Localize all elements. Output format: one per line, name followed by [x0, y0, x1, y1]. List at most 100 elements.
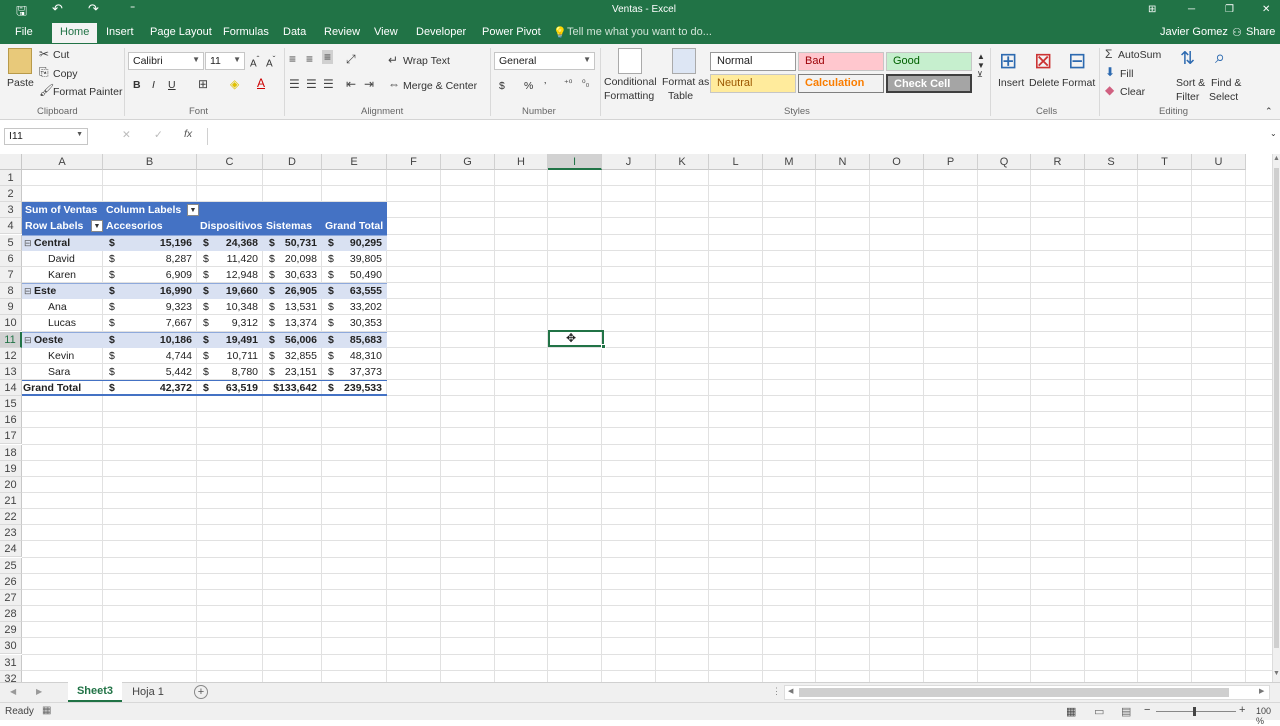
increase-font-icon[interactable]: Aˆ — [250, 54, 259, 69]
column-header-Q[interactable]: Q — [978, 154, 1031, 170]
value-cell[interactable]: 9,312 — [197, 315, 263, 331]
orientation-icon[interactable]: ⤢ — [346, 52, 356, 67]
row-header-5[interactable]: 5 — [0, 234, 22, 251]
value-cell[interactable]: 50,731 — [263, 235, 322, 251]
value-cell[interactable]: 33,202 — [322, 299, 387, 315]
row-header-3[interactable]: 3 — [0, 202, 22, 219]
merge-center-button[interactable]: Merge & Center — [403, 80, 477, 92]
value-cell[interactable]: 26,905 — [263, 283, 322, 299]
value-cell[interactable]: 30,353 — [322, 315, 387, 331]
value-cell[interactable]: 42,372 — [103, 380, 197, 396]
group-label-central[interactable]: Central — [34, 235, 103, 251]
column-header-E[interactable]: E — [322, 154, 387, 170]
restore-icon[interactable]: ❐ — [1225, 4, 1234, 15]
value-cell[interactable]: 13,374 — [263, 315, 322, 331]
row-header-9[interactable]: 9 — [0, 299, 22, 316]
tab-review[interactable]: Review — [324, 26, 360, 38]
find-select-label2[interactable]: Select — [1209, 91, 1238, 103]
value-cell[interactable]: 30,633 — [263, 267, 322, 283]
item-label-david[interactable]: David — [48, 251, 103, 267]
delete-cells-button[interactable]: Delete — [1029, 77, 1059, 89]
sort-filter-button[interactable]: Sort & — [1176, 77, 1205, 89]
column-header-U[interactable]: U — [1192, 154, 1246, 170]
expand-formula-bar-icon[interactable]: ⌄ — [1270, 129, 1277, 138]
row-header-12[interactable]: 12 — [0, 347, 22, 364]
find-select-icon[interactable]: ⌕ — [1215, 47, 1225, 68]
value-cell[interactable]: 37,373 — [322, 364, 387, 380]
currency-button[interactable]: $ — [499, 80, 505, 92]
value-cell[interactable]: 5,442 — [103, 364, 197, 380]
value-cell[interactable]: 10,711 — [197, 348, 263, 364]
page-layout-view-icon[interactable]: ▭ — [1094, 705, 1104, 718]
scroll-right-icon[interactable]: ▶ — [1259, 687, 1264, 695]
row-filter-dropdown[interactable]: ▼ — [91, 220, 103, 233]
tell-me-box[interactable]: Tell me what you want to do... — [567, 26, 712, 38]
macro-record-icon[interactable]: ▦ — [42, 705, 51, 716]
format-as-table-label2[interactable]: Table — [668, 90, 693, 102]
item-label-sara[interactable]: Sara — [48, 364, 103, 380]
normal-view-icon[interactable]: ▦ — [1066, 705, 1076, 718]
align-right-icon[interactable]: ☰ — [323, 77, 334, 91]
tab-insert[interactable]: Insert — [106, 26, 134, 38]
row-header-8[interactable]: 8 — [0, 283, 22, 300]
value-cell[interactable]: 50,490 — [322, 267, 387, 283]
row-header-28[interactable]: 28 — [0, 606, 22, 623]
wrap-text-button[interactable]: Wrap Text — [403, 55, 450, 67]
share-icon[interactable]: ⚇ — [1232, 26, 1242, 39]
zoom-slider-thumb[interactable] — [1193, 707, 1196, 716]
row-header-14[interactable]: 14 — [0, 379, 22, 396]
align-bottom-icon[interactable]: ≡ — [322, 50, 334, 64]
cut-button[interactable]: Cut — [53, 49, 69, 61]
font-size-combo[interactable]: 11 ▼ — [205, 52, 245, 70]
align-middle-icon[interactable]: ≡ — [306, 52, 313, 66]
undo-icon[interactable]: ↶ — [52, 1, 63, 17]
column-header-H[interactable]: H — [495, 154, 548, 170]
row-header-2[interactable]: 2 — [0, 186, 22, 203]
row-header-19[interactable]: 19 — [0, 460, 22, 477]
value-cell[interactable]: $133,642 — [263, 380, 322, 396]
value-cell[interactable]: 7,667 — [103, 315, 197, 331]
row-header-29[interactable]: 29 — [0, 622, 22, 639]
column-header-R[interactable]: R — [1031, 154, 1085, 170]
minimize-icon[interactable]: ─ — [1188, 4, 1195, 15]
row-header-24[interactable]: 24 — [0, 541, 22, 558]
page-break-view-icon[interactable]: ▤ — [1121, 705, 1131, 718]
row-header-4[interactable]: 4 — [0, 218, 22, 235]
add-sheet-button[interactable]: + — [194, 685, 208, 699]
increase-indent-icon[interactable]: ⇥ — [364, 77, 374, 91]
row-header-25[interactable]: 25 — [0, 557, 22, 574]
row-header-6[interactable]: 6 — [0, 250, 22, 267]
column-header-P[interactable]: P — [924, 154, 978, 170]
value-cell[interactable]: 39,805 — [322, 251, 387, 267]
row-header-15[interactable]: 15 — [0, 396, 22, 413]
tab-view[interactable]: View — [374, 26, 398, 38]
item-label-karen[interactable]: Karen — [48, 267, 103, 283]
collapse-ribbon-icon[interactable]: ⌃ — [1265, 106, 1273, 117]
clear-button[interactable]: Clear — [1120, 86, 1145, 98]
fill-color-icon[interactable]: ◈ — [230, 77, 239, 91]
value-cell[interactable]: 11,420 — [197, 251, 263, 267]
value-cell[interactable]: 6,909 — [103, 267, 197, 283]
style-calculation[interactable]: Calculation — [798, 74, 884, 93]
column-header-M[interactable]: M — [763, 154, 816, 170]
ribbon-display-options-icon[interactable]: ⊞ — [1148, 4, 1156, 15]
tab-page-layout[interactable]: Page Layout — [150, 26, 212, 38]
value-cell[interactable]: 24,368 — [197, 235, 263, 251]
vertical-scrollbar[interactable]: ▲ ▼ — [1272, 154, 1280, 682]
column-header-G[interactable]: G — [441, 154, 495, 170]
italic-button[interactable]: I — [152, 79, 155, 91]
autosum-button[interactable]: AutoSum — [1118, 49, 1161, 61]
group-label-oeste[interactable]: Oeste — [34, 332, 103, 348]
row-header-21[interactable]: 21 — [0, 493, 22, 509]
zoom-slider[interactable] — [1156, 711, 1236, 712]
row-header-26[interactable]: 26 — [0, 573, 22, 590]
decrease-font-icon[interactable]: Aˇ — [266, 54, 275, 69]
style-good[interactable]: Good — [886, 52, 972, 71]
zoom-out-icon[interactable]: − — [1144, 704, 1150, 716]
value-cell[interactable]: 63,555 — [322, 283, 387, 299]
value-cell[interactable]: 19,491 — [197, 332, 263, 348]
value-cell[interactable]: 19,660 — [197, 283, 263, 299]
scroll-up-icon[interactable]: ▲ — [1273, 155, 1280, 162]
tab-data[interactable]: Data — [283, 26, 306, 38]
scroll-sheets-right-icon[interactable]: ▶ — [36, 687, 42, 696]
